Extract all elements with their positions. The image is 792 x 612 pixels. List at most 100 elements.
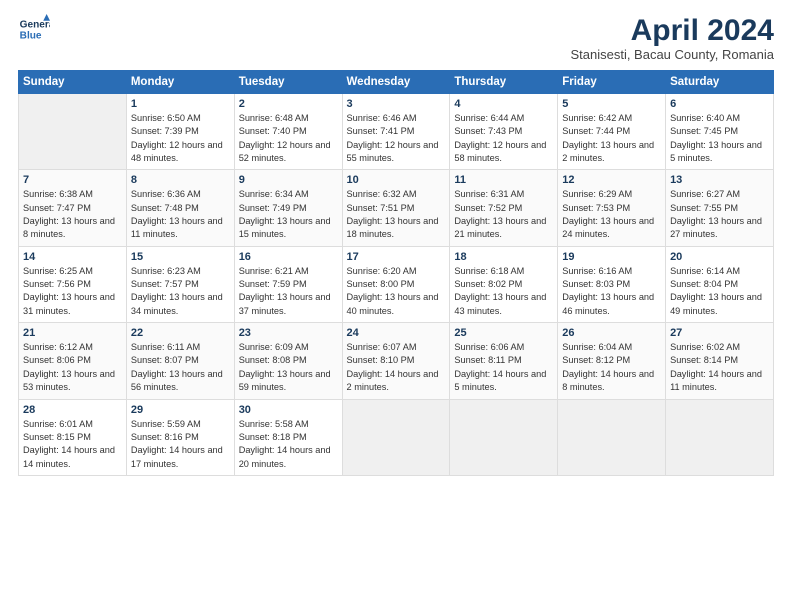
- table-cell: 13 Sunrise: 6:27 AMSunset: 7:55 PMDayligh…: [666, 170, 774, 246]
- day-info: Sunrise: 6:16 AMSunset: 8:03 PMDaylight:…: [562, 265, 661, 318]
- week-row-5: 28 Sunrise: 6:01 AMSunset: 8:15 PMDayligh…: [19, 399, 774, 475]
- table-cell: 3 Sunrise: 6:46 AMSunset: 7:41 PMDaylight…: [342, 94, 450, 170]
- day-info: Sunrise: 6:44 AMSunset: 7:43 PMDaylight:…: [454, 112, 553, 165]
- day-number: 10: [347, 174, 446, 186]
- day-info: Sunrise: 6:12 AMSunset: 8:06 PMDaylight:…: [23, 341, 122, 394]
- day-info: Sunrise: 6:34 AMSunset: 7:49 PMDaylight:…: [239, 188, 338, 241]
- table-cell: [19, 94, 127, 170]
- table-cell: 29 Sunrise: 5:59 AMSunset: 8:16 PMDayligh…: [126, 399, 234, 475]
- day-info: Sunrise: 5:58 AMSunset: 8:18 PMDaylight:…: [239, 418, 338, 471]
- week-row-3: 14 Sunrise: 6:25 AMSunset: 7:56 PMDayligh…: [19, 246, 774, 322]
- day-number: 9: [239, 174, 338, 186]
- svg-text:Blue: Blue: [20, 30, 42, 41]
- header-saturday: Saturday: [666, 71, 774, 94]
- table-cell: [450, 399, 558, 475]
- table-cell: [342, 399, 450, 475]
- day-number: 24: [347, 327, 446, 339]
- day-info: Sunrise: 6:04 AMSunset: 8:12 PMDaylight:…: [562, 341, 661, 394]
- day-info: Sunrise: 6:46 AMSunset: 7:41 PMDaylight:…: [347, 112, 446, 165]
- day-number: 13: [670, 174, 769, 186]
- day-number: 26: [562, 327, 661, 339]
- table-cell: 30 Sunrise: 5:58 AMSunset: 8:18 PMDayligh…: [234, 399, 342, 475]
- day-number: 29: [131, 404, 230, 416]
- table-cell: 11 Sunrise: 6:31 AMSunset: 7:52 PMDayligh…: [450, 170, 558, 246]
- day-number: 20: [670, 251, 769, 263]
- day-number: 14: [23, 251, 122, 263]
- table-cell: 6 Sunrise: 6:40 AMSunset: 7:45 PMDaylight…: [666, 94, 774, 170]
- day-number: 6: [670, 98, 769, 110]
- table-cell: 19 Sunrise: 6:16 AMSunset: 8:03 PMDayligh…: [558, 246, 666, 322]
- table-cell: 4Sunrise: 6:44 AMSunset: 7:43 PMDaylight…: [450, 94, 558, 170]
- table-cell: 22 Sunrise: 6:11 AMSunset: 8:07 PMDayligh…: [126, 323, 234, 399]
- page: General Blue April 2024 Stanisesti, Baca…: [0, 0, 792, 612]
- day-number: 3: [347, 98, 446, 110]
- day-info: Sunrise: 6:29 AMSunset: 7:53 PMDaylight:…: [562, 188, 661, 241]
- table-cell: 7 Sunrise: 6:38 AMSunset: 7:47 PMDaylight…: [19, 170, 127, 246]
- day-number: 22: [131, 327, 230, 339]
- day-number: 25: [454, 327, 553, 339]
- table-cell: 15Sunrise: 6:23 AMSunset: 7:57 PMDayligh…: [126, 246, 234, 322]
- day-info: Sunrise: 6:25 AMSunset: 7:56 PMDaylight:…: [23, 265, 122, 318]
- day-info: Sunrise: 6:14 AMSunset: 8:04 PMDaylight:…: [670, 265, 769, 318]
- day-number: 23: [239, 327, 338, 339]
- day-info: Sunrise: 6:18 AMSunset: 8:02 PMDaylight:…: [454, 265, 553, 318]
- day-number: 7: [23, 174, 122, 186]
- table-cell: 27 Sunrise: 6:02 AMSunset: 8:14 PMDayligh…: [666, 323, 774, 399]
- logo: General Blue: [18, 14, 50, 46]
- table-cell: 24 Sunrise: 6:07 AMSunset: 8:10 PMDayligh…: [342, 323, 450, 399]
- day-number: 21: [23, 327, 122, 339]
- table-cell: 20 Sunrise: 6:14 AMSunset: 8:04 PMDayligh…: [666, 246, 774, 322]
- day-number: 18: [454, 251, 553, 263]
- month-title: April 2024: [570, 14, 774, 47]
- svg-text:General: General: [20, 19, 50, 30]
- day-info: Sunrise: 6:42 AMSunset: 7:44 PMDaylight:…: [562, 112, 661, 165]
- table-cell: 10Sunrise: 6:32 AMSunset: 7:51 PMDayligh…: [342, 170, 450, 246]
- day-info: Sunrise: 6:06 AMSunset: 8:11 PMDaylight:…: [454, 341, 553, 394]
- day-info: Sunrise: 6:02 AMSunset: 8:14 PMDaylight:…: [670, 341, 769, 394]
- table-cell: 17Sunrise: 6:20 AMSunset: 8:00 PMDayligh…: [342, 246, 450, 322]
- day-number: 17: [347, 251, 446, 263]
- week-row-1: 1Sunrise: 6:50 AMSunset: 7:39 PMDaylight…: [19, 94, 774, 170]
- day-info: Sunrise: 6:09 AMSunset: 8:08 PMDaylight:…: [239, 341, 338, 394]
- day-info: Sunrise: 6:50 AMSunset: 7:39 PMDaylight:…: [131, 112, 230, 165]
- day-number: 16: [239, 251, 338, 263]
- day-info: Sunrise: 6:40 AMSunset: 7:45 PMDaylight:…: [670, 112, 769, 165]
- day-number: 8: [131, 174, 230, 186]
- header: General Blue April 2024 Stanisesti, Baca…: [18, 14, 774, 62]
- table-cell: 9 Sunrise: 6:34 AMSunset: 7:49 PMDaylight…: [234, 170, 342, 246]
- day-info: Sunrise: 6:23 AMSunset: 7:57 PMDaylight:…: [131, 265, 230, 318]
- table-cell: 23 Sunrise: 6:09 AMSunset: 8:08 PMDayligh…: [234, 323, 342, 399]
- table-cell: 18 Sunrise: 6:18 AMSunset: 8:02 PMDayligh…: [450, 246, 558, 322]
- calendar-table: Sunday Monday Tuesday Wednesday Thursday…: [18, 70, 774, 476]
- day-info: Sunrise: 6:07 AMSunset: 8:10 PMDaylight:…: [347, 341, 446, 394]
- header-monday: Monday: [126, 71, 234, 94]
- day-number: 30: [239, 404, 338, 416]
- header-thursday: Thursday: [450, 71, 558, 94]
- day-info: Sunrise: 6:01 AMSunset: 8:15 PMDaylight:…: [23, 418, 122, 471]
- day-number: 12: [562, 174, 661, 186]
- table-cell: [558, 399, 666, 475]
- header-row: Sunday Monday Tuesday Wednesday Thursday…: [19, 71, 774, 94]
- table-cell: 28 Sunrise: 6:01 AMSunset: 8:15 PMDayligh…: [19, 399, 127, 475]
- header-wednesday: Wednesday: [342, 71, 450, 94]
- table-cell: 5Sunrise: 6:42 AMSunset: 7:44 PMDaylight…: [558, 94, 666, 170]
- day-info: Sunrise: 6:48 AMSunset: 7:40 PMDaylight:…: [239, 112, 338, 165]
- day-number: 19: [562, 251, 661, 263]
- day-info: Sunrise: 6:38 AMSunset: 7:47 PMDaylight:…: [23, 188, 122, 241]
- table-cell: 14 Sunrise: 6:25 AMSunset: 7:56 PMDayligh…: [19, 246, 127, 322]
- table-cell: [666, 399, 774, 475]
- day-info: Sunrise: 5:59 AMSunset: 8:16 PMDaylight:…: [131, 418, 230, 471]
- day-number: 27: [670, 327, 769, 339]
- day-number: 2: [239, 98, 338, 110]
- day-info: Sunrise: 6:31 AMSunset: 7:52 PMDaylight:…: [454, 188, 553, 241]
- subtitle: Stanisesti, Bacau County, Romania: [570, 47, 774, 62]
- table-cell: 1Sunrise: 6:50 AMSunset: 7:39 PMDaylight…: [126, 94, 234, 170]
- day-number: 28: [23, 404, 122, 416]
- day-info: Sunrise: 6:11 AMSunset: 8:07 PMDaylight:…: [131, 341, 230, 394]
- table-cell: 2 Sunrise: 6:48 AMSunset: 7:40 PMDaylight…: [234, 94, 342, 170]
- day-info: Sunrise: 6:27 AMSunset: 7:55 PMDaylight:…: [670, 188, 769, 241]
- week-row-2: 7 Sunrise: 6:38 AMSunset: 7:47 PMDaylight…: [19, 170, 774, 246]
- day-number: 11: [454, 174, 553, 186]
- title-block: April 2024 Stanisesti, Bacau County, Rom…: [570, 14, 774, 62]
- table-cell: 16Sunrise: 6:21 AMSunset: 7:59 PMDayligh…: [234, 246, 342, 322]
